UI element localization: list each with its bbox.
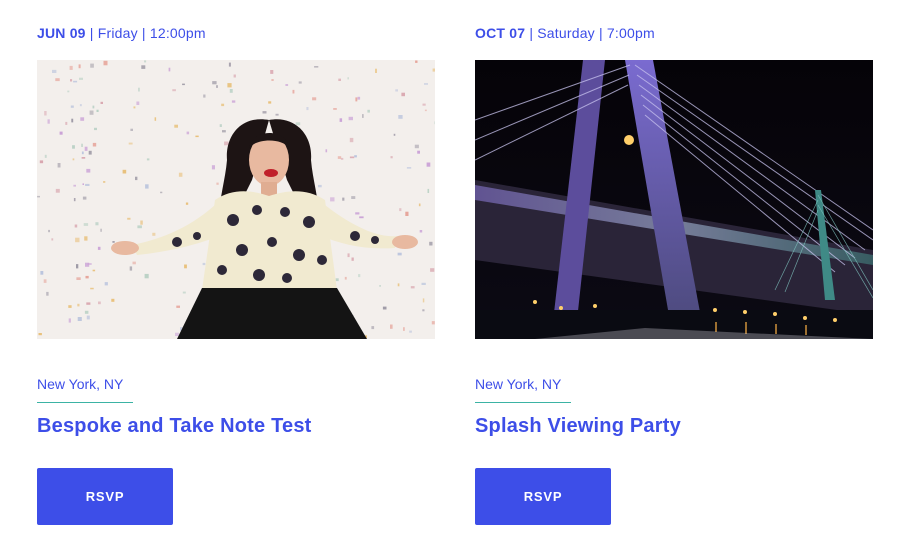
event-time: 7:00pm <box>606 25 655 41</box>
bridge-at-night-photo[interactable] <box>475 60 873 339</box>
separator: | <box>89 25 94 41</box>
event-date-line: OCT 07 | Saturday | 7:00pm <box>475 24 655 42</box>
separator: | <box>141 25 146 41</box>
divider <box>37 402 133 403</box>
event-date: JUN 09 <box>37 25 86 41</box>
event-day: Saturday <box>537 25 595 41</box>
event-date: OCT 07 <box>475 25 526 41</box>
event-title[interactable]: Splash Viewing Party <box>475 413 681 439</box>
separator: | <box>598 25 603 41</box>
woman-with-confetti-photo[interactable] <box>37 60 435 339</box>
event-location: New York, NY <box>475 376 562 392</box>
event-location: New York, NY <box>37 376 124 392</box>
divider <box>475 402 571 403</box>
event-date-line: JUN 09 | Friday | 12:00pm <box>37 24 206 42</box>
event-title[interactable]: Bespoke and Take Note Test <box>37 413 312 439</box>
event-day: Friday <box>97 25 138 41</box>
event-time: 12:00pm <box>149 25 206 41</box>
rsvp-button[interactable]: RSVP <box>475 468 611 525</box>
rsvp-button[interactable]: RSVP <box>37 468 173 525</box>
